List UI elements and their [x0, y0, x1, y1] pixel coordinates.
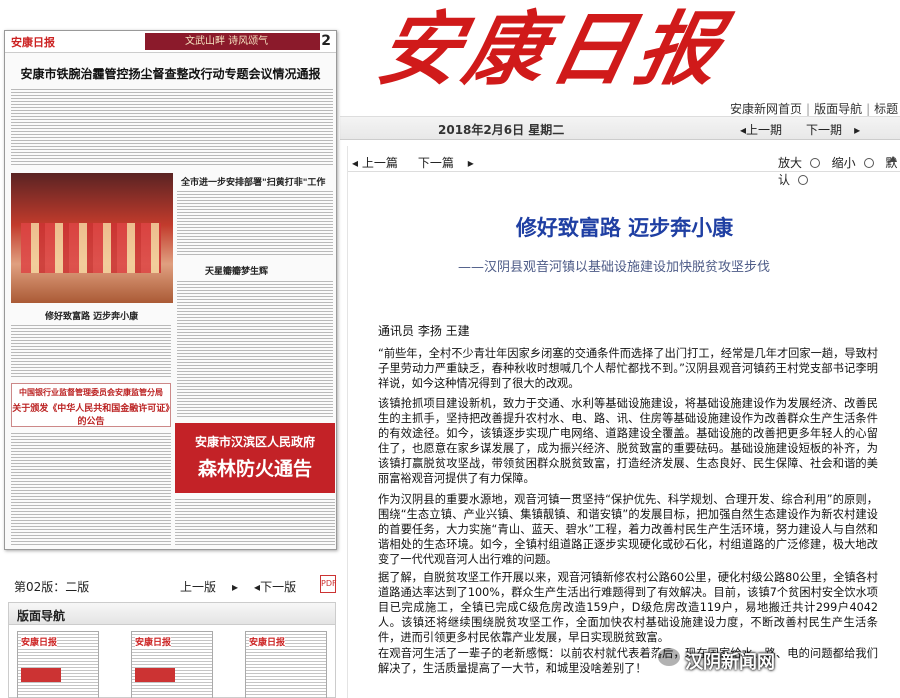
article-paragraph: 作为汉阴县的重要水源地，观音河镇一贯坚持“保护优先、科学规划、合理开发、综合利用…: [378, 493, 878, 566]
article-toolbar: ◂ 上一篇 下一篇 ▸ 放大 缩小 默认: [348, 150, 900, 187]
article-headline: 修好致富路 迈步奔小康: [515, 215, 734, 240]
watermark-logo-icon: [656, 646, 682, 668]
next-issue-link[interactable]: 下一期 ▸: [806, 123, 860, 137]
prev-issue-label: 上一期: [746, 123, 783, 137]
prev-article-link[interactable]: ◂ 上一篇: [352, 156, 408, 170]
divider: |: [806, 102, 811, 116]
article-byline: 通讯员 李扬 王建: [378, 324, 470, 338]
edition-nav: 上一版 ▸ ◂下一版: [180, 578, 328, 595]
top-nav: 安康新网首页 | 版面导航 | 标题: [730, 100, 898, 117]
article-subhead: ——汉阴县观音河镇以基础设施建设加快脱贫攻坚步伐: [458, 260, 771, 275]
layout-navigation: 版面导航 安康日报 安康日报 安康日报: [8, 602, 336, 698]
banner-ad: 文武山畔 诗风颂气: [145, 33, 320, 50]
notice-box[interactable]: 中国银行业监督管理委员会安康监管分局 关于颁发《中华人民共和国金融许可证》的公告: [11, 383, 171, 427]
issue-nav: ◂上一期 下一期 ▸: [740, 121, 872, 138]
page-headline-link[interactable]: 安康市铁腕治霾管控扬尘督查整改行动专题会议情况通报: [5, 53, 336, 86]
fire-notice-line-1: 安康市汉滨区人民政府: [194, 435, 315, 449]
fire-notice-box[interactable]: 安康市汉滨区人民政府 森林防火通告: [175, 423, 335, 493]
edition-bar: 第02版：二版 上一版 ▸ ◂下一版 PDF: [4, 575, 337, 597]
zoom-out-icon: [863, 158, 874, 168]
text-column[interactable]: [11, 323, 171, 379]
notice-line-1: 中国银行业监督管理委员会安康监管分局: [19, 388, 163, 397]
text-column[interactable]: [11, 87, 333, 167]
date-bar: 2018年2月6日 星期二 ◂上一期 下一期 ▸: [340, 116, 900, 140]
article-paragraph: 该镇抢抓项目建设新机，致力于交通、水利等基础设施建设，将基础设施建设作为发展经济…: [378, 397, 878, 485]
article-link-1[interactable]: 全市进一步安排部署"扫黄打非"工作: [181, 175, 325, 188]
thumb-block: [135, 668, 175, 682]
next-edition-link[interactable]: ◂下一版: [254, 580, 312, 594]
masthead-logo[interactable]: 安康日报: [370, 2, 734, 97]
pdf-icon[interactable]: PDF: [320, 575, 337, 593]
page-thumbnail[interactable]: 安康日报: [245, 631, 327, 698]
next-edition-label: 下一版: [260, 580, 297, 594]
zoom-in-label: 放大: [778, 156, 803, 170]
stage-photo[interactable]: [11, 173, 173, 303]
page-preview-header: 安康日报 文武山畔 诗风颂气 2: [5, 31, 336, 53]
article-link-3[interactable]: 修好致富路 迈步奔小康: [45, 309, 138, 322]
article-paragraph: 据了解，自脱贫攻坚工作开展以来，观音河镇新修农村公路60公里，硬化村级公路80公…: [378, 571, 878, 644]
next-article-link[interactable]: 下一篇 ▸: [418, 156, 474, 170]
prev-edition-link[interactable]: 上一版 ▸: [180, 580, 238, 594]
text-column[interactable]: [177, 279, 333, 417]
prev-article-label: 上一篇: [361, 156, 398, 170]
zoom-controls: 放大 缩小 默认: [778, 154, 900, 188]
notice-line-2: 关于颁发《中华人民共和国金融许可证》的公告: [12, 404, 170, 427]
topnav-layout-link[interactable]: 版面导航: [814, 102, 862, 116]
thumb-logo: 安康日报: [21, 635, 58, 648]
article-link-2[interactable]: 天星瓣瓣梦生辉: [205, 264, 268, 277]
page-thumbnail[interactable]: 安康日报: [17, 631, 99, 698]
article-nav: ◂ 上一篇 下一篇 ▸: [352, 154, 484, 171]
thumb-logo: 安康日报: [135, 635, 172, 648]
edition-label: 第02版：二版: [14, 580, 90, 594]
page-preview[interactable]: 安康日报 文武山畔 诗风颂气 2 安康市铁腕治霾管控扬尘督查整改行动专题会议情况…: [4, 30, 337, 550]
zoom-out-label: 缩小: [831, 156, 856, 170]
prev-issue-link[interactable]: ◂上一期: [740, 123, 794, 137]
page-thumbnail[interactable]: 安康日报: [131, 631, 213, 698]
article-paragraph: 在观音河生活了一辈子的老新感慨：以前农村就代表着落后，现在国家给水、路、电的问题…: [378, 647, 878, 675]
next-issue-label: 下一期: [806, 123, 843, 137]
thumb-block: [21, 668, 61, 682]
topnav-title-link[interactable]: 标题: [874, 102, 898, 116]
topnav-home-link[interactable]: 安康新网首页: [730, 102, 802, 116]
scroll-up-arrow-icon[interactable]: [889, 154, 897, 162]
article-panel: ◂ 上一篇 下一篇 ▸ 放大 缩小 默认 修好致富路 迈步奔小康 ——汉阴县观音河…: [347, 146, 900, 698]
zoom-out-button[interactable]: 缩小: [832, 156, 878, 170]
text-column[interactable]: [11, 431, 171, 546]
zoom-reset-icon: [797, 175, 808, 185]
text-column[interactable]: [177, 189, 333, 257]
article-paragraph: “前些年，全村不少青壮年因家乡闭塞的交通条件而选择了出门打工，经常是几年才回家一…: [378, 347, 878, 390]
next-article-label: 下一篇: [417, 156, 454, 170]
text-column[interactable]: [175, 497, 335, 547]
watermark: 汉阴新闻网: [685, 652, 775, 673]
mini-logo: 安康日报: [11, 36, 55, 49]
page-number: 2: [321, 33, 331, 49]
zoom-in-button[interactable]: 放大: [778, 156, 824, 170]
zoom-in-icon: [809, 158, 820, 168]
layout-nav-title: 版面导航: [9, 603, 335, 625]
thumb-logo: 安康日报: [249, 635, 286, 648]
divider: |: [866, 102, 871, 116]
prev-edition-label: 上一版: [180, 580, 217, 594]
fire-notice-line-2: 森林防火通告: [197, 458, 312, 480]
issue-date: 2018年2月6日 星期二: [438, 123, 565, 137]
